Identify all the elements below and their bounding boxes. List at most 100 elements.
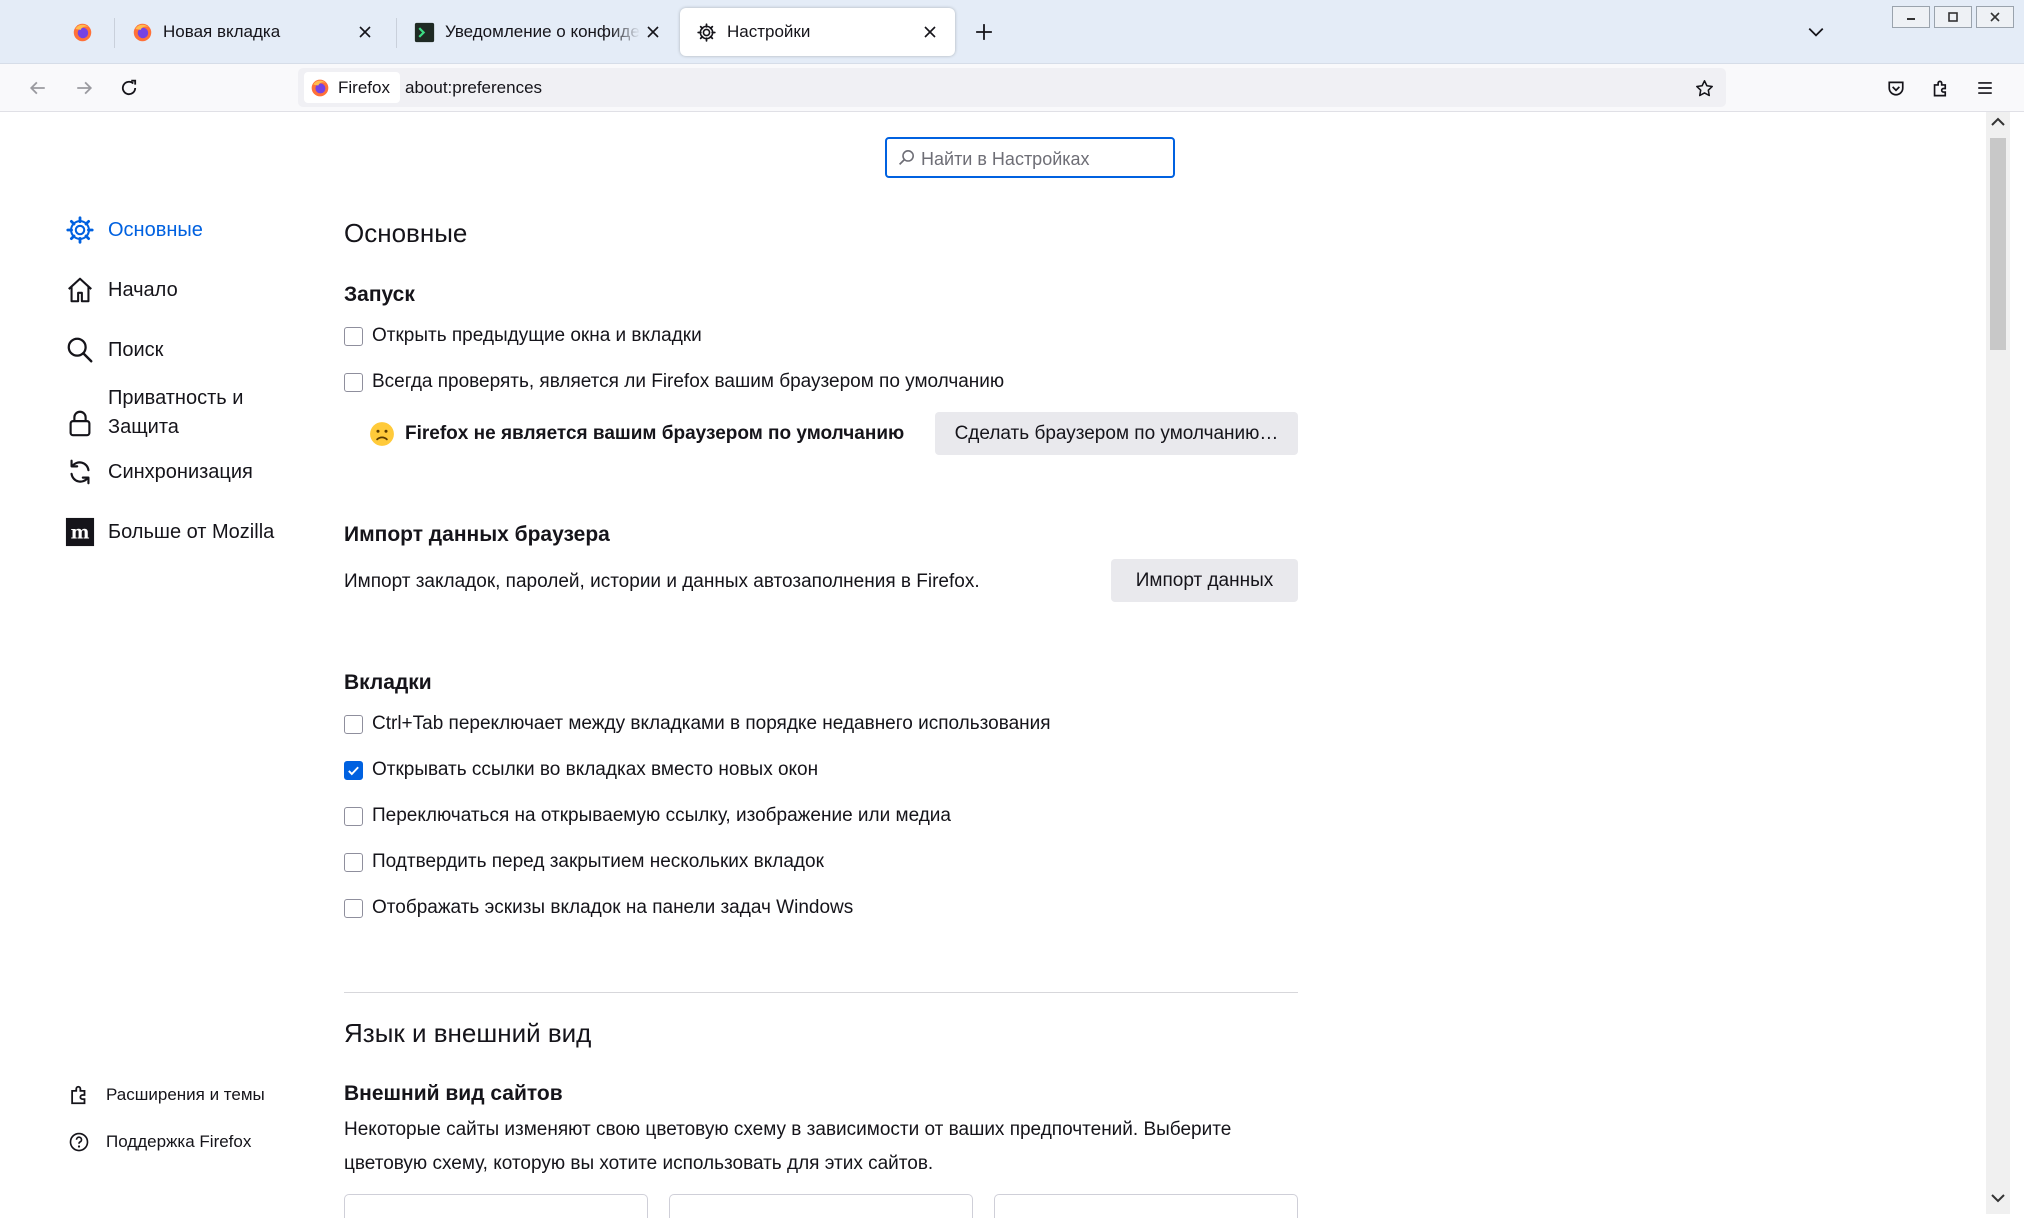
search-icon [64,334,96,366]
option-label: Переключаться на открываемую ссылку, изо… [372,805,951,826]
search-icon [898,150,914,166]
reload-button[interactable] [115,74,143,102]
import-data-button[interactable]: Импорт данных [1111,559,1298,602]
arrow-right-icon [77,81,93,95]
puzzle-icon [66,1082,92,1108]
minimize-button[interactable] [1892,6,1930,28]
tab-title: Новая вкладка [163,22,281,41]
warn-on-close-option[interactable]: Подтвердить перед закрытием нескольких в… [344,851,824,873]
firefox-icon [73,23,92,41]
check-default-checkbox[interactable] [344,372,363,392]
color-scheme-option-dark[interactable] [994,1194,1298,1218]
option-label: Подтвердить перед закрытием нескольких в… [372,851,824,872]
check-default-option[interactable]: Всегда проверять, является ли Firefox ва… [344,371,1004,393]
reload-icon [121,79,137,96]
bookmark-star-button[interactable] [1690,74,1718,102]
tab-firefox-view[interactable] [56,8,108,56]
gear-icon [697,22,716,42]
url-text[interactable]: about:preferences [405,78,542,98]
restore-session-checkbox[interactable] [344,326,363,346]
identity-label: Firefox [338,77,390,97]
tab-privacy-notice[interactable]: Уведомление о конфиденциальности [398,8,672,56]
tab-strip: Новая вкладка Уведомление о конфиденциал… [0,0,2024,64]
website-appearance-heading: Внешний вид сайтов [344,1082,563,1105]
firefox-icon [311,79,329,96]
tabs-heading: Вкладки [344,671,432,694]
restore-session-option[interactable]: Открыть предыдущие окна и вкладки [344,325,702,347]
chevron-down-icon [1808,27,1824,37]
option-label: Всегда проверять, является ли Firefox ва… [372,371,1005,392]
website-appearance-description-line1: Некоторые сайты изменяют свою цветовую с… [344,1119,1232,1140]
taskbar-previews-option[interactable]: Отображать эскизы вкладок на панели зада… [344,897,853,919]
tab-title: Уведомление о конфиденциальности [445,22,640,41]
category-more-from-mozilla[interactable]: m Больше от Mozilla [64,516,304,548]
tab-new-tab[interactable]: Новая вкладка [116,8,390,56]
search-input[interactable] [919,145,1163,173]
close-icon[interactable] [354,21,376,43]
switch-to-new-tab-option[interactable]: Переключаться на открываемую ссылку, изо… [344,805,951,827]
startup-heading: Запуск [344,283,415,306]
set-default-button[interactable]: Сделать браузером по умолчанию… [935,412,1298,455]
app-menu-button[interactable] [1971,74,1999,102]
general-heading: Основные [344,218,468,248]
scroll-down-arrow[interactable] [1990,1192,2006,1204]
sad-face-icon [369,421,395,447]
open-links-in-tabs-checkbox[interactable] [344,760,363,780]
pocket-button[interactable] [1882,74,1910,102]
firefox-icon [133,23,152,41]
category-label: Основные [108,218,203,241]
import-description: Импорт закладок, паролей, истории и данн… [344,571,980,592]
switch-to-new-tab-checkbox[interactable] [344,806,363,826]
sidebar-support-link[interactable]: Поддержка Firefox [66,1129,251,1155]
option-label: Открыть предыдущие окна и вкладки [372,325,702,346]
open-links-in-tabs-option[interactable]: Открывать ссылки во вкладках вместо новы… [344,759,818,781]
hamburger-icon [1978,82,1992,94]
identity-box[interactable]: Firefox [304,72,400,103]
maximize-button[interactable] [1934,6,1972,28]
footer-label: Поддержка Firefox [106,1132,252,1151]
tab-title: Настройки [727,22,811,41]
close-icon[interactable] [919,21,941,43]
ctrl-tab-checkbox[interactable] [344,714,363,734]
new-tab-button[interactable] [970,18,998,46]
back-button[interactable] [24,74,52,102]
ctrl-tab-option[interactable]: Ctrl+Tab переключает между вкладками в п… [344,713,1051,735]
terminal-icon [414,22,435,42]
category-sync[interactable]: Синхронизация [64,456,304,488]
maximize-icon [1948,12,1958,22]
status-text: Firefox не является вашим браузером по у… [405,423,905,444]
footer-label: Расширения и темы [106,1085,265,1104]
checkmark-icon [348,766,359,775]
close-icon[interactable] [642,21,664,43]
list-all-tabs-button[interactable] [1802,18,1830,46]
category-privacy[interactable]: Приватность и Защита [64,384,304,442]
arrow-left-icon [29,81,45,95]
sidebar-addons-link[interactable]: Расширения и темы [66,1082,265,1108]
url-bar[interactable]: Firefox about:preferences [298,68,1726,107]
taskbar-previews-checkbox[interactable] [344,898,363,918]
minimize-icon [1907,18,1915,20]
scroll-up-arrow[interactable] [1990,116,2006,128]
color-scheme-option-automatic[interactable] [344,1194,648,1218]
sync-icon [64,456,96,488]
option-label: Открывать ссылки во вкладках вместо новы… [372,759,819,780]
forward-button[interactable] [70,74,98,102]
scrollbar-thumb[interactable] [1990,138,2006,350]
option-label: Ctrl+Tab переключает между вкладками в п… [372,713,1051,734]
warn-on-close-checkbox[interactable] [344,852,363,872]
category-general[interactable]: Основные [64,214,304,246]
import-heading: Импорт данных браузера [344,523,610,546]
puzzle-icon [1933,80,1946,96]
category-label: Начало [108,278,178,301]
category-home[interactable]: Начало [64,274,304,306]
window-close-button[interactable] [1976,6,2014,28]
tab-settings[interactable]: Настройки [680,8,955,56]
mozilla-icon: m [64,516,96,548]
extensions-button[interactable] [1926,74,1954,102]
default-browser-status: Firefox не является вашим браузером по у… [369,421,904,447]
settings-search[interactable] [885,137,1175,178]
pocket-icon [1888,81,1904,96]
category-search[interactable]: Поиск [64,334,304,366]
color-scheme-option-light[interactable] [669,1194,973,1218]
category-label: Приватность и Защита [108,387,244,438]
